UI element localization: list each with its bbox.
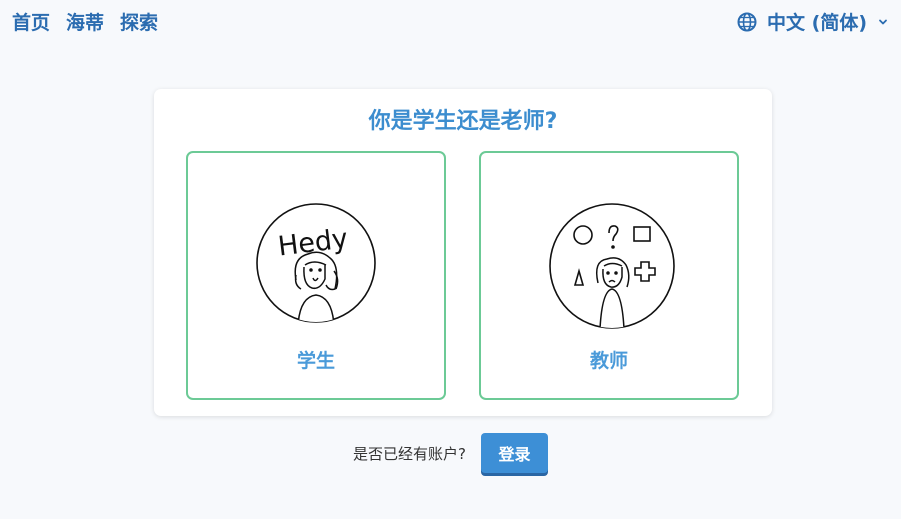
chevron-down-icon: [877, 16, 889, 28]
nav-hedy-link[interactable]: 海蒂: [66, 8, 104, 35]
nav-home-link[interactable]: 首页: [12, 8, 50, 35]
teacher-option[interactable]: 教师: [479, 151, 739, 400]
student-option[interactable]: Hedy 学生: [186, 151, 446, 400]
top-nav: 首页 海蒂 探索: [12, 8, 158, 35]
nav-explore-link[interactable]: 探索: [120, 8, 158, 35]
student-illustration: Hedy: [256, 203, 376, 323]
teacher-illustration: [549, 203, 675, 329]
teacher-label: 教师: [589, 350, 628, 372]
login-prompt: 是否已经有账户? 登录: [0, 433, 901, 473]
student-label: 学生: [296, 350, 335, 372]
language-selector[interactable]: 中文 (简体): [737, 8, 889, 35]
globe-icon: [737, 12, 757, 32]
language-label: 中文 (简体): [767, 12, 867, 34]
account-question: 是否已经有账户?: [353, 444, 466, 463]
card-title: 你是学生还是老师?: [368, 109, 558, 134]
role-selection-card: 你是学生还是老师? Hedy 学生 教师: [154, 89, 772, 416]
login-button[interactable]: 登录: [480, 433, 548, 473]
